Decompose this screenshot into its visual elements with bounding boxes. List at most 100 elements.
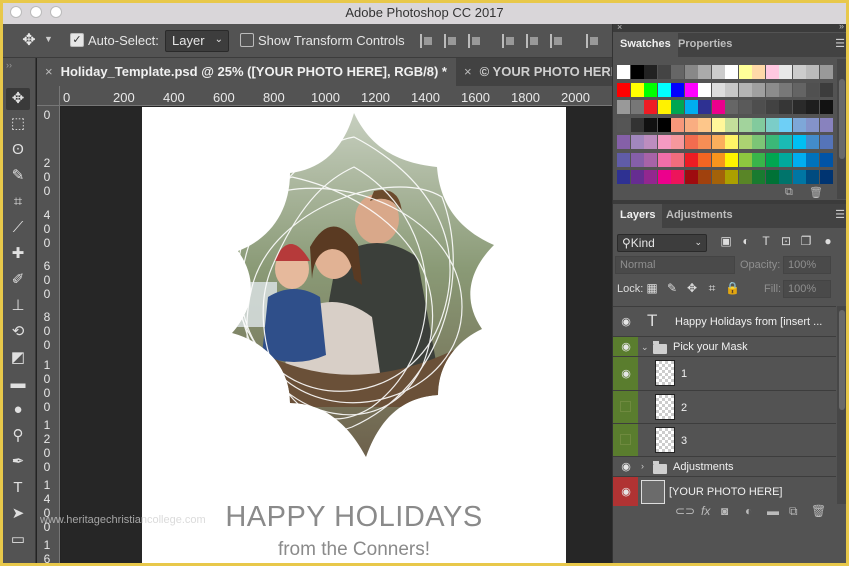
- tab-holiday-template[interactable]: × Holiday_Template.psd @ 25% ([YOUR PHOTO…: [37, 58, 456, 86]
- color-swatch[interactable]: [819, 152, 833, 167]
- color-swatch[interactable]: [657, 117, 671, 132]
- color-swatch[interactable]: [765, 82, 779, 97]
- color-swatch[interactable]: [671, 135, 684, 149]
- layer-row-mask-3[interactable]: 3: [613, 423, 836, 456]
- document-canvas[interactable]: HAPPY HOLIDAYS from the Conners!: [142, 107, 566, 566]
- panel-grip-icon[interactable]: ››: [6, 60, 12, 70]
- color-swatch[interactable]: [671, 117, 684, 132]
- move-tool-icon[interactable]: ✥: [20, 32, 38, 50]
- color-swatch[interactable]: [644, 170, 657, 184]
- color-swatch[interactable]: [711, 82, 725, 97]
- color-swatch[interactable]: [752, 170, 765, 184]
- color-swatch[interactable]: [630, 65, 644, 79]
- color-swatch[interactable]: [630, 82, 644, 97]
- color-swatch[interactable]: [725, 170, 738, 184]
- color-swatch[interactable]: [738, 65, 752, 79]
- color-swatch[interactable]: [617, 135, 630, 149]
- color-swatch[interactable]: [630, 170, 644, 184]
- color-swatch[interactable]: [711, 170, 725, 184]
- trash-icon[interactable]: 🗑: [811, 504, 826, 518]
- path-select-tool-icon[interactable]: ➤: [6, 503, 30, 525]
- color-swatch[interactable]: [671, 152, 684, 167]
- color-swatch[interactable]: [819, 100, 833, 114]
- color-swatch[interactable]: [752, 135, 765, 149]
- color-swatch[interactable]: [792, 152, 806, 167]
- color-swatch[interactable]: [617, 117, 630, 132]
- clone-stamp-tool-icon[interactable]: ⊥: [6, 295, 30, 317]
- color-swatch[interactable]: [806, 152, 819, 167]
- panel-menu-icon[interactable]: ☰: [835, 37, 845, 50]
- move-tool-icon[interactable]: ✥: [6, 88, 30, 110]
- visibility-toggle[interactable]: ◉: [613, 307, 638, 336]
- new-group-icon[interactable]: ▬: [767, 504, 779, 518]
- color-swatch[interactable]: [657, 152, 671, 167]
- color-swatch[interactable]: [725, 82, 738, 97]
- color-swatch[interactable]: [671, 170, 684, 184]
- adjustment-filter-icon[interactable]: ◐: [739, 234, 753, 248]
- align-bottom-icon[interactable]: [468, 34, 480, 48]
- color-swatch[interactable]: [792, 135, 806, 149]
- color-swatch[interactable]: [806, 117, 819, 132]
- color-swatch[interactable]: [792, 82, 806, 97]
- layer-row-text[interactable]: ◉ T Happy Holidays from [insert ...: [613, 306, 836, 336]
- color-swatch[interactable]: [711, 135, 725, 149]
- color-swatch[interactable]: [765, 135, 779, 149]
- color-swatch[interactable]: [806, 135, 819, 149]
- tab-swatches[interactable]: Swatches: [613, 33, 678, 57]
- color-swatch[interactable]: [698, 135, 711, 149]
- color-swatch[interactable]: [779, 100, 792, 114]
- smart-object-filter-icon[interactable]: ❐: [799, 234, 813, 248]
- link-layers-icon[interactable]: ⊂⊃: [675, 504, 695, 518]
- color-swatch[interactable]: [752, 117, 765, 132]
- distribute-icon[interactable]: [586, 34, 598, 48]
- layer-row-group-mask[interactable]: ◉ ⌄ Pick your Mask: [613, 336, 836, 356]
- color-swatch[interactable]: [779, 82, 792, 97]
- color-swatch[interactable]: [644, 117, 657, 132]
- color-swatch[interactable]: [806, 100, 819, 114]
- color-swatch[interactable]: [657, 170, 671, 184]
- color-swatch[interactable]: [698, 100, 711, 114]
- chevron-right-icon[interactable]: ›: [641, 461, 644, 471]
- color-swatch[interactable]: [819, 135, 833, 149]
- brush-tool-icon[interactable]: ✐: [6, 269, 30, 291]
- layers-scrollbar[interactable]: [837, 306, 847, 504]
- panel-menu-icon[interactable]: ☰: [835, 208, 845, 221]
- color-swatch[interactable]: [684, 82, 698, 97]
- layer-row-group-adjustments[interactable]: ◉ › Adjustments: [613, 456, 836, 476]
- tab-layers[interactable]: Layers: [613, 204, 663, 228]
- color-swatch[interactable]: [644, 65, 657, 79]
- color-swatch[interactable]: [792, 170, 806, 184]
- color-swatch[interactable]: [657, 135, 671, 149]
- tab-your-photo[interactable]: × © YOUR PHOTO HERE: [456, 58, 612, 86]
- color-swatch[interactable]: [779, 117, 792, 132]
- lock-transparent-icon[interactable]: ▦: [645, 281, 659, 295]
- eraser-tool-icon[interactable]: ◩: [6, 347, 30, 369]
- lock-position-icon[interactable]: ✥: [685, 281, 699, 295]
- color-swatch[interactable]: [765, 65, 779, 79]
- visibility-toggle[interactable]: ◉: [613, 457, 638, 476]
- color-swatch[interactable]: [630, 152, 644, 167]
- color-swatch[interactable]: [819, 170, 833, 184]
- color-swatch[interactable]: [698, 152, 711, 167]
- color-swatch[interactable]: [684, 170, 698, 184]
- color-swatch[interactable]: [630, 117, 644, 132]
- expand-icon[interactable]: »: [839, 21, 844, 31]
- color-swatch[interactable]: [819, 82, 833, 97]
- gradient-tool-icon[interactable]: ▬: [6, 373, 30, 395]
- color-swatch[interactable]: [644, 100, 657, 114]
- color-swatch[interactable]: [779, 152, 792, 167]
- align-left-icon[interactable]: [502, 34, 514, 48]
- type-tool-icon[interactable]: T: [6, 477, 30, 499]
- color-swatch[interactable]: [630, 135, 644, 149]
- color-swatch[interactable]: [644, 135, 657, 149]
- color-swatch[interactable]: [725, 65, 738, 79]
- color-swatch[interactable]: [806, 170, 819, 184]
- color-swatch[interactable]: [725, 100, 738, 114]
- swatch-scrollbar[interactable]: [837, 59, 847, 199]
- crop-tool-icon[interactable]: ⌗: [6, 191, 30, 213]
- color-swatch[interactable]: [711, 100, 725, 114]
- layer-row-mask-1[interactable]: ◉ 1: [613, 356, 836, 390]
- color-swatch[interactable]: [711, 65, 725, 79]
- add-mask-icon[interactable]: ◙: [721, 504, 728, 518]
- color-swatch[interactable]: [725, 117, 738, 132]
